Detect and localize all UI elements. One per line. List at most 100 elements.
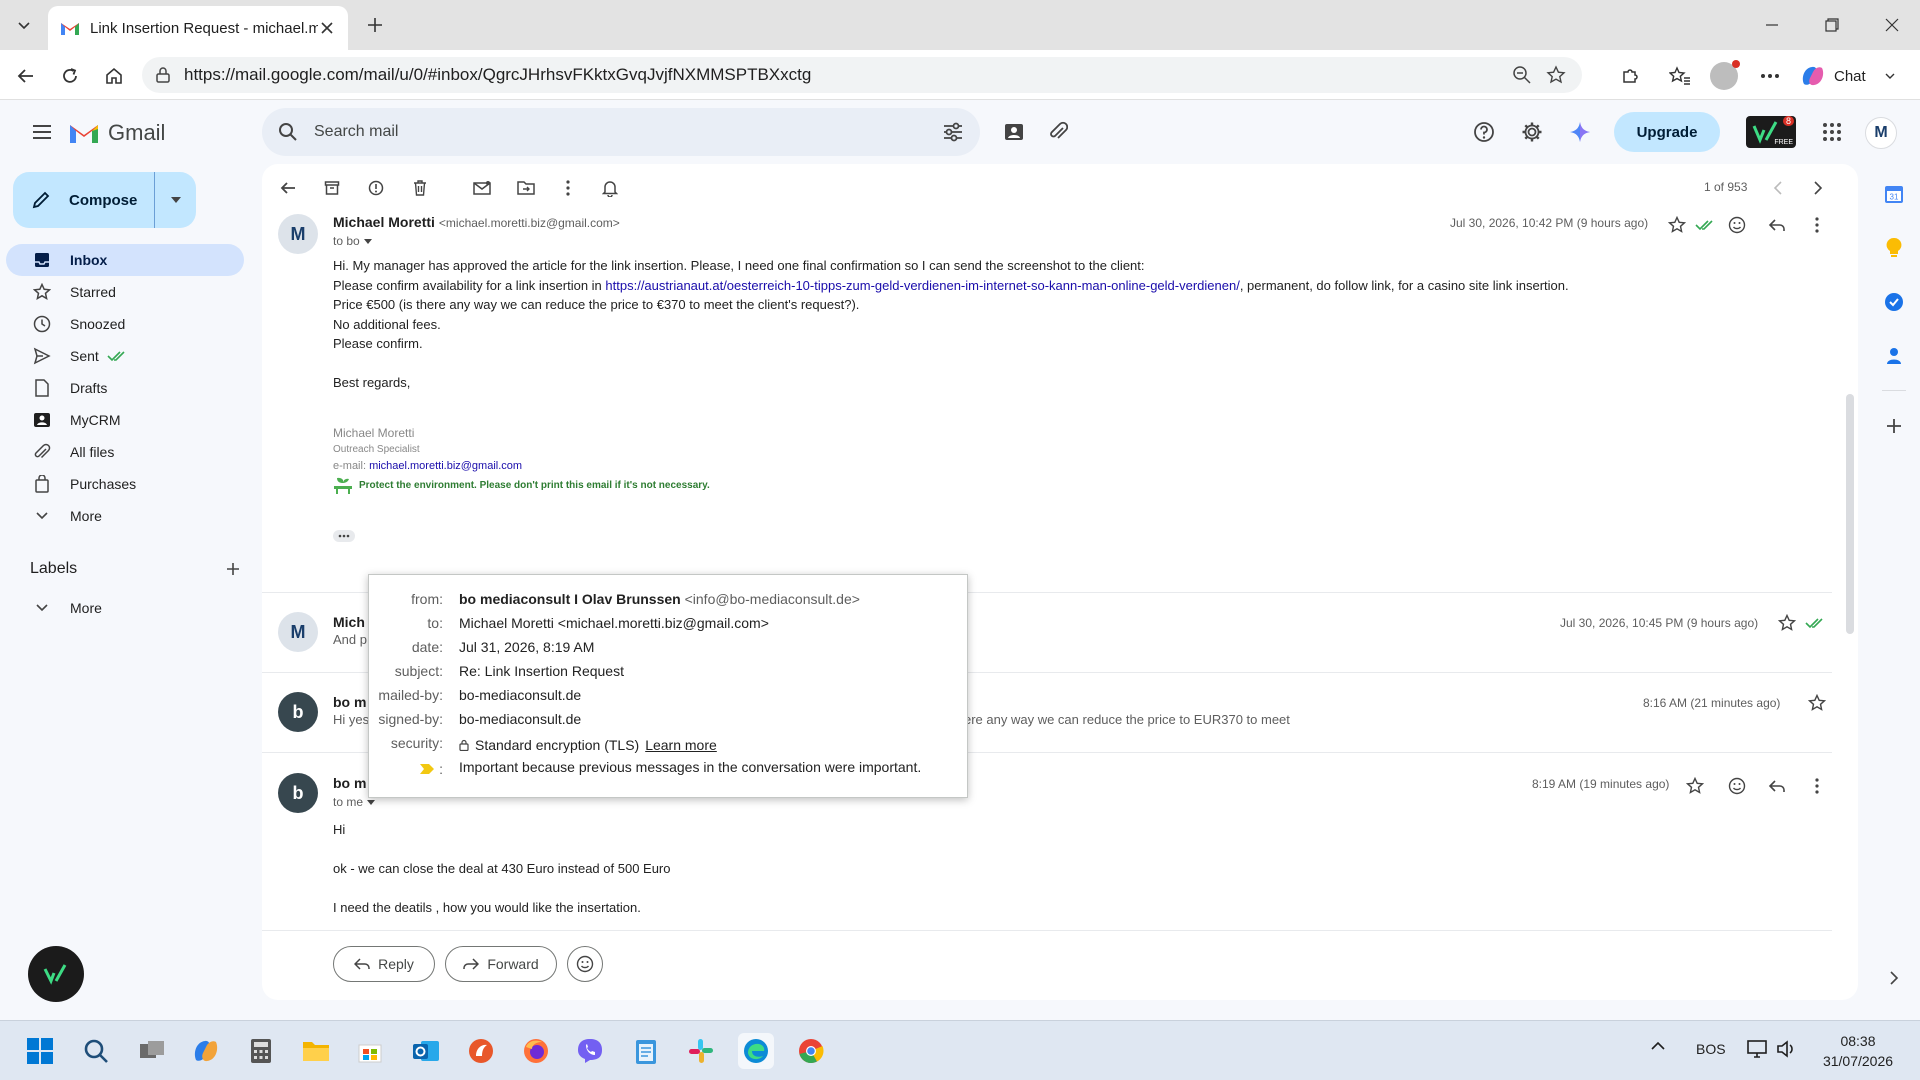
calculator-icon[interactable]: [243, 1033, 279, 1069]
sidebar-item-drafts[interactable]: Drafts: [6, 372, 244, 404]
compose-button[interactable]: Compose: [13, 172, 196, 228]
apps-grid-icon[interactable]: [1816, 116, 1848, 148]
extensions-puzzle-icon[interactable]: [1616, 62, 1644, 90]
copilot-chat-button[interactable]: Chat: [1800, 61, 1912, 91]
tasks-check-icon[interactable]: [1878, 286, 1910, 318]
learn-more-link[interactable]: Learn more: [645, 737, 717, 753]
search-bar[interactable]: [262, 108, 980, 156]
fleeting-app-icon[interactable]: [463, 1033, 499, 1069]
show-trimmed-content-icon[interactable]: [333, 530, 355, 542]
attachment-icon[interactable]: [1042, 116, 1074, 148]
notepad-icon[interactable]: [628, 1033, 664, 1069]
labels-more[interactable]: More: [6, 592, 244, 624]
favorite-star-icon[interactable]: [1542, 61, 1570, 89]
window-close-icon[interactable]: [1878, 12, 1906, 38]
sidebar-item-purchases[interactable]: Purchases: [6, 468, 244, 500]
sidebar-item-sent[interactable]: Sent: [6, 340, 244, 372]
site-info-icon[interactable]: [154, 66, 172, 84]
older-chevron-right-icon[interactable]: [1804, 174, 1832, 202]
sidebar-item-snoozed[interactable]: Snoozed: [6, 308, 244, 340]
contacts-person-icon[interactable]: [1878, 340, 1910, 372]
settings-gear-icon[interactable]: [1516, 116, 1548, 148]
chrome-icon[interactable]: [793, 1033, 829, 1069]
keep-bulb-icon[interactable]: [1878, 232, 1910, 264]
compose-dropdown-icon[interactable]: [155, 197, 196, 203]
firefox-icon[interactable]: [518, 1033, 554, 1069]
url-bar[interactable]: https://mail.google.com/mail/u/0/#inbox/…: [142, 57, 1582, 93]
zoom-out-icon[interactable]: [1508, 61, 1536, 89]
main-menu-icon[interactable]: [26, 116, 58, 148]
favorites-list-icon[interactable]: [1666, 62, 1694, 90]
browser-tab[interactable]: Link Insertion Request - michael.m: [48, 6, 348, 50]
viber-icon[interactable]: [572, 1033, 608, 1069]
microsoft-store-icon[interactable]: [352, 1033, 388, 1069]
expand-panel-chevron-icon[interactable]: [1878, 962, 1910, 994]
sidebar-item-more[interactable]: More: [6, 500, 244, 532]
more-horizontal-icon[interactable]: [1756, 62, 1784, 90]
tray-chevron-up-icon[interactable]: [1650, 1041, 1666, 1051]
search-icon[interactable]: [78, 1033, 114, 1069]
reload-icon[interactable]: [56, 62, 84, 90]
file-explorer-icon[interactable]: [298, 1033, 334, 1069]
avatar[interactable]: b: [278, 773, 318, 813]
sidebar-item-inbox[interactable]: Inbox: [6, 244, 244, 276]
copilot-app-icon[interactable]: [188, 1033, 224, 1069]
gemini-sparkle-icon[interactable]: [1564, 116, 1596, 148]
star-icon[interactable]: [1684, 775, 1706, 797]
bell-icon[interactable]: [596, 174, 624, 202]
move-to-icon[interactable]: [512, 174, 540, 202]
back-arrow-icon[interactable]: [12, 62, 40, 90]
create-label-plus-icon[interactable]: [226, 562, 240, 576]
add-addon-plus-icon[interactable]: [1878, 410, 1910, 442]
sidebar-item-all-files[interactable]: All files: [6, 436, 244, 468]
forward-button[interactable]: Forward: [445, 946, 557, 982]
new-tab-plus-icon[interactable]: [362, 12, 388, 38]
minimize-icon[interactable]: [1758, 12, 1786, 38]
reply-arrow-icon[interactable]: [1766, 214, 1788, 236]
url-text[interactable]: https://mail.google.com/mail/u/0/#inbox/…: [184, 65, 1502, 85]
archive-icon[interactable]: [318, 174, 346, 202]
search-options-icon[interactable]: [942, 122, 964, 142]
star-icon[interactable]: [1666, 214, 1688, 236]
restore-icon[interactable]: [1818, 12, 1846, 38]
browser-profile-avatar[interactable]: [1710, 60, 1740, 90]
avatar[interactable]: M: [278, 214, 318, 254]
reply-button[interactable]: Reply: [333, 946, 435, 982]
home-icon[interactable]: [100, 62, 128, 90]
close-tab-icon[interactable]: [318, 19, 336, 37]
back-to-inbox-icon[interactable]: [274, 174, 302, 202]
support-help-icon[interactable]: [1468, 116, 1500, 148]
conversation-scrollbar[interactable]: [1846, 394, 1854, 634]
recipients-toggle[interactable]: to bo: [333, 234, 372, 248]
account-avatar[interactable]: M: [1865, 117, 1897, 149]
sidebar-item-mycrm[interactable]: MyCRM: [6, 404, 244, 436]
sender-name[interactable]: Michael Moretti <michael.moretti.biz@gmai…: [333, 214, 620, 230]
delete-trash-icon[interactable]: [406, 174, 434, 202]
emoji-react-button[interactable]: [567, 946, 603, 982]
tab-list-chevron-icon[interactable]: [10, 12, 38, 38]
newer-chevron-left-icon[interactable]: [1764, 174, 1792, 202]
more-vertical-icon[interactable]: [554, 174, 582, 202]
emoji-react-icon[interactable]: [1726, 214, 1748, 236]
search-icon[interactable]: [278, 122, 298, 142]
edge-browser-icon[interactable]: [738, 1033, 774, 1069]
windows-start-icon[interactable]: [22, 1033, 58, 1069]
sidebar-item-starred[interactable]: Starred: [6, 276, 244, 308]
mark-unread-icon[interactable]: [468, 174, 496, 202]
upgrade-button[interactable]: Upgrade: [1614, 112, 1720, 152]
keyboard-language[interactable]: BOS: [1696, 1041, 1726, 1057]
report-spam-icon[interactable]: [362, 174, 390, 202]
reply-arrow-icon[interactable]: [1766, 775, 1788, 797]
task-view-icon[interactable]: [134, 1033, 170, 1069]
volume-icon[interactable]: [1776, 1039, 1798, 1059]
network-icon[interactable]: [1746, 1039, 1768, 1059]
gmail-logo[interactable]: Gmail: [68, 120, 165, 146]
extension-launcher-icon[interactable]: [28, 946, 84, 1002]
signature-email-link[interactable]: michael.moretti.biz@gmail.com: [369, 460, 522, 472]
sender-name[interactable]: bo m: [333, 775, 366, 791]
more-vertical-icon[interactable]: [1806, 214, 1828, 236]
star-icon[interactable]: [1806, 692, 1828, 714]
search-input[interactable]: [314, 123, 942, 141]
extension-badge[interactable]: 8 FREE: [1746, 116, 1796, 148]
calendar-icon[interactable]: 31: [1878, 178, 1910, 210]
